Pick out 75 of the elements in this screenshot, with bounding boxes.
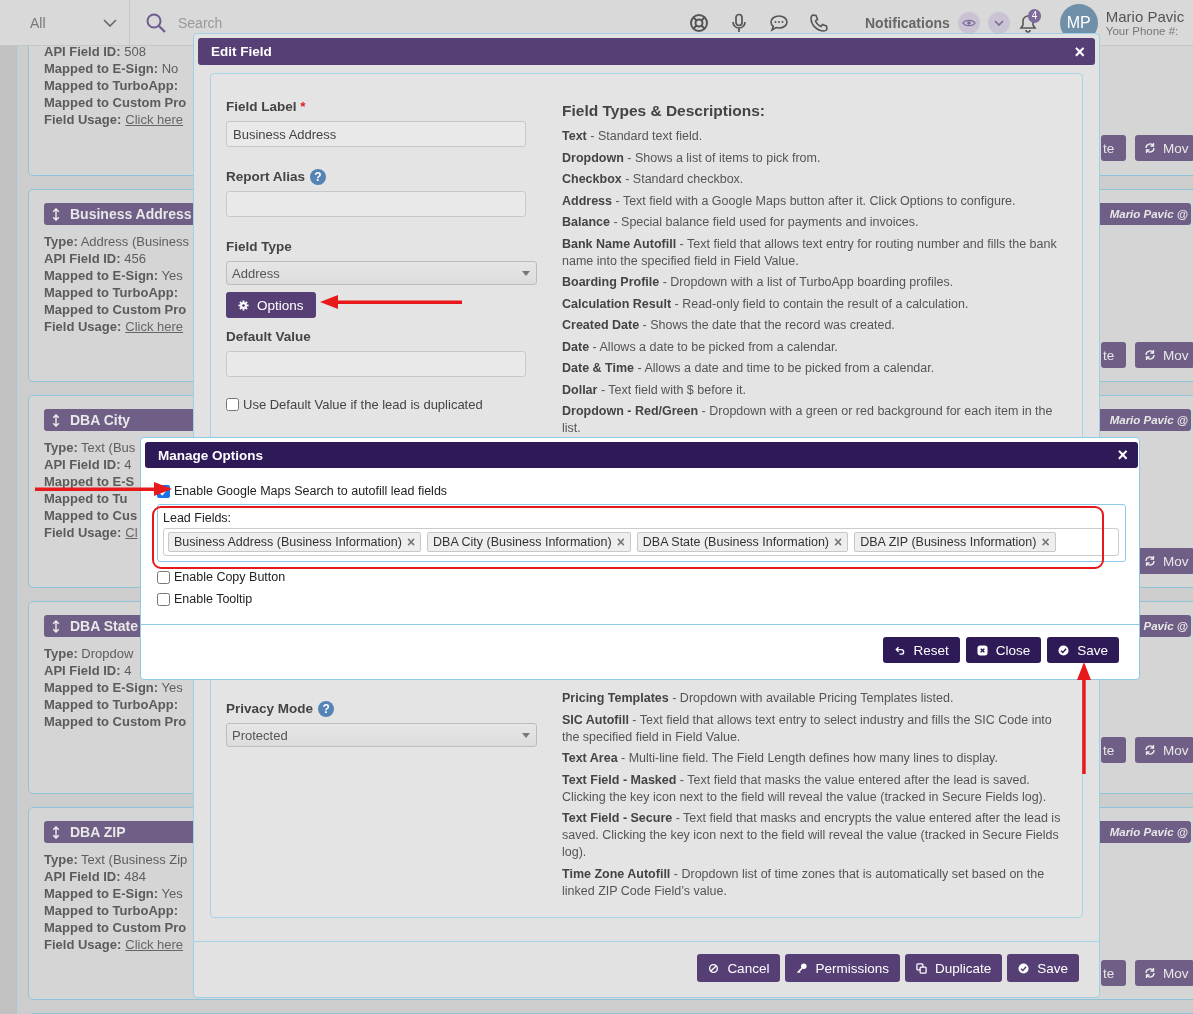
card-field-line: Mapped to Cus — [44, 507, 138, 524]
card-field-line: Mapped to Custom Pro — [44, 301, 187, 318]
user-name: Mario Pavic — [1105, 8, 1185, 25]
field-label: Field Label * — [226, 98, 306, 115]
card-field-line: Mapped to E-Sign: No — [44, 60, 179, 77]
card-field-line: API Field ID: 4 — [44, 662, 132, 679]
field-type-description: Date & Time - Allows a date and time to be picked from a calendar. — [562, 360, 936, 377]
card-field-line: Type: Text (Bus — [44, 439, 136, 456]
field-usage-label: Field Usage: — [44, 319, 122, 334]
card-field-line: Mapped to TurboApp: — [44, 77, 179, 94]
field-usage-label: Field Usage: — [44, 937, 122, 952]
card-title: DBA City — [70, 412, 131, 428]
card-field-line: Type: Dropdow — [44, 645, 134, 662]
field-type-description: Time Zone Autofill - Dropdown list of time zones that is automatically set based on the linked ZIP Code Field’s value. — [562, 865, 1046, 900]
field-type-description: Created Date - Shows the date that the record was created. — [562, 317, 896, 334]
card-field-line: API Field ID: 456 — [44, 250, 146, 267]
notification-count-badge: 4 — [1027, 8, 1042, 23]
field-type-description: Checkbox - Standard checkbox. — [562, 171, 745, 188]
dialog-title: Manage Options — [158, 447, 263, 463]
card-field-line: Mapped to E-S — [44, 473, 135, 490]
field-types-heading: Field Types & Descriptions: — [562, 102, 766, 119]
field-usage-label: Field Usage: — [44, 525, 122, 540]
card-field-line: Mapped to Tu — [44, 490, 128, 507]
field-type-label: Field Type — [226, 238, 292, 255]
card-owner: Mario Pavic @ — [1109, 208, 1188, 220]
field-type-description: Address - Text field with a Google Maps button after it. Click Options to configure. — [562, 192, 1017, 210]
tag-label: DBA City (Business Information) — [433, 535, 612, 549]
card-field-line: Mapped to Custom Pro — [44, 919, 187, 936]
default-value-label: Default Value — [226, 328, 311, 345]
tag-label: DBA State (Business Information) — [642, 535, 829, 549]
field-type-description: Dollar - Text field with $ before it. — [562, 381, 747, 399]
field-type-description: Text Area - Multi-line field. The Field Length defines how many lines to display. — [562, 750, 999, 767]
card-title: DBA ZIP — [70, 824, 126, 840]
dialog-title: Edit Field — [211, 44, 272, 59]
field-type-description: Calculation Result - Read-only field to contain the result of a calculation. — [562, 295, 970, 313]
card-title: Business Address — [70, 206, 192, 222]
privacy-mode-label: Privacy Mode — [226, 700, 314, 717]
card-field-line: Type: Address (Business — [44, 233, 189, 250]
card-field-line: Mapped to TurboApp: — [44, 696, 179, 713]
card-field-line: Mapped to TurboApp: — [44, 902, 179, 919]
checkbox-label: Enable Tooltip — [174, 592, 253, 606]
card-field-line: API Field ID: 508 — [44, 43, 146, 60]
card-field-line: Mapped to Custom Pro — [44, 713, 187, 730]
checkbox-label: Enable Google Maps Search to autofill lead fields — [174, 484, 448, 498]
card-field-line: Mapped to TurboApp: — [44, 284, 179, 301]
lead-fields-label: Lead Fields: — [163, 511, 233, 526]
checkbox-label: Use Default Value if the lead is duplicated — [243, 397, 483, 412]
field-type-description: Bank Name Autofill - Text field that allows text entry for routing number and fills the bank name into the specified field in Field Value. — [562, 235, 1058, 270]
card-field-line: Mapped to E-Sign: Yes — [44, 267, 183, 284]
field-type-description: Pricing Templates - Dropdown with available Pricing Templates listed. — [562, 690, 955, 707]
field-usage-label: Field Usage: — [44, 112, 122, 127]
field-type-description: Text Field - Secure - Text field that masks and encrypts the value entered after the lead is saved. Clicking the key icon next to the field will reveal the value (tracked in Secure Fields log). — [562, 810, 1062, 861]
card-owner: Pavic @ — [1143, 620, 1188, 632]
field-type-description: Balance - Special balance field used for payments and invoices. — [562, 214, 920, 231]
report-alias-label: Report Alias — [226, 168, 306, 185]
field-type-description: Dropdown - Red/Green - Dropdown with a green or red background for each item in the list. — [562, 403, 1054, 437]
field-type-description: Boarding Profile - Dropdown with a list of TurboApp boarding profiles. — [562, 274, 955, 291]
field-type-description: Date - Allows a date to be picked from a calendar. — [562, 338, 839, 356]
user-phone: Your Phone #: — [1105, 25, 1180, 37]
field-type-description: Text - Standard text field. — [562, 128, 704, 145]
card-owner: Mario Pavic @ — [1109, 414, 1188, 426]
card-field-line: Mapped to Custom Pro — [44, 94, 187, 111]
card-field-line: Mapped to E-Sign: Yes — [44, 885, 183, 902]
checkbox-label: Enable Copy Button — [174, 570, 286, 584]
tag-label: DBA ZIP (Business Information) — [860, 535, 1037, 549]
tag-label: Business Address (Business Information) — [174, 535, 402, 549]
field-type-description: Text Field - Masked - Text field that masks the value entered after the lead is saved. Clicking the key icon next to the field will reveal the value (tracked in Secure Fields log). — [562, 771, 1048, 806]
card-field-line: Type: Text (Business Zip — [44, 851, 188, 868]
field-type-description: SIC Autofill - Text field that allows text entry to select industry and fills the SIC Code into the specified field in Field Value. — [562, 711, 1053, 746]
card-field-line: API Field ID: 4 — [44, 456, 132, 473]
field-type-description: Dropdown - Shows a list of items to pick from. — [562, 149, 822, 167]
card-field-line: Mapped to E-Sign: Yes — [44, 679, 183, 696]
card-title: DBA State — [70, 618, 138, 634]
card-owner: Mario Pavic @ — [1109, 826, 1188, 838]
card-field-line: API Field ID: 484 — [44, 868, 146, 885]
